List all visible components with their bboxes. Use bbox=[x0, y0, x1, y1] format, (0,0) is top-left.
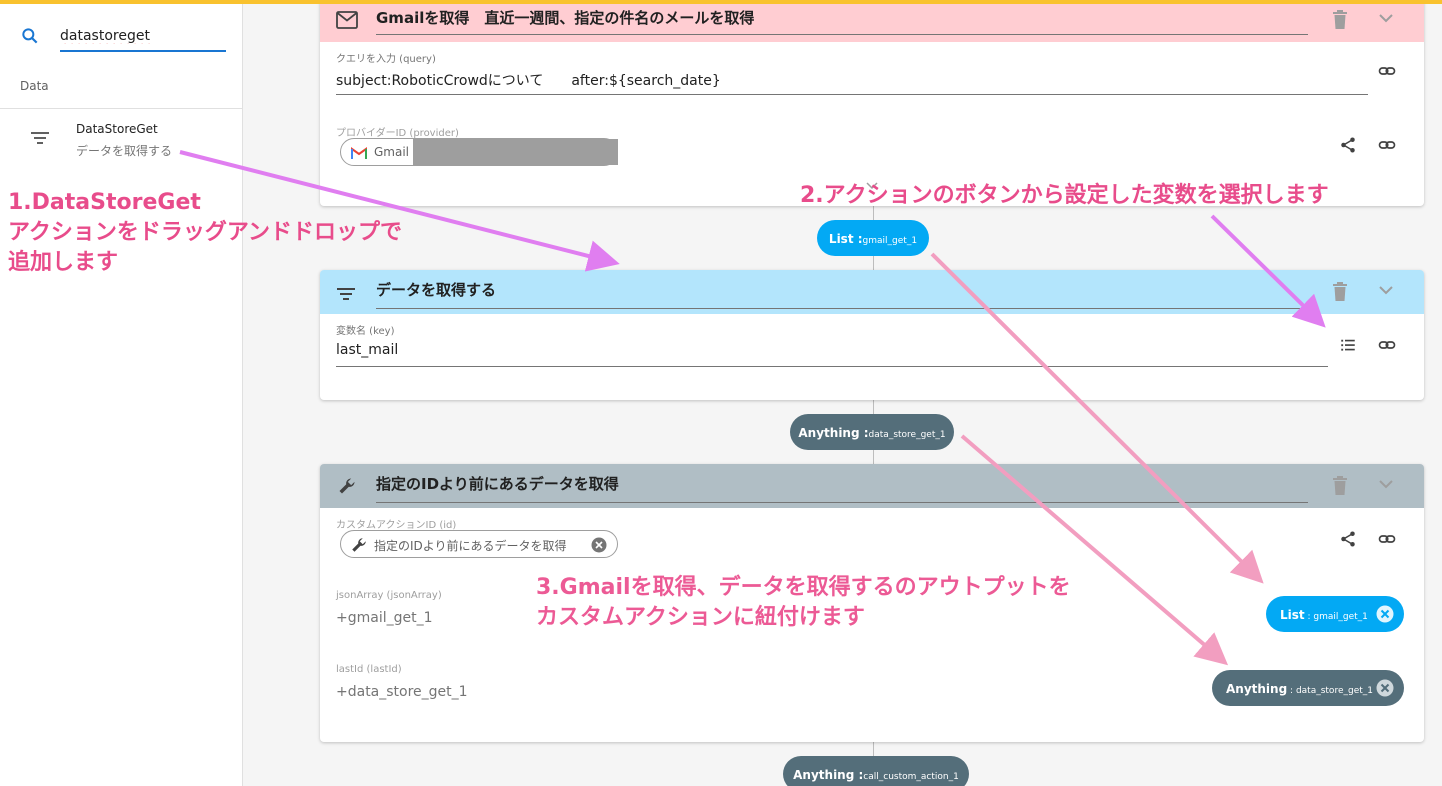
top-accent-bar bbox=[0, 0, 1442, 4]
provider-label: プロバイダーID (provider) bbox=[336, 128, 459, 139]
flow-connector bbox=[873, 256, 874, 270]
search-icon bbox=[22, 28, 38, 44]
section-label: Data bbox=[20, 79, 49, 93]
annotation-step2: 2.アクションのボタンから設定した変数を選択します bbox=[800, 183, 1329, 208]
filter-icon bbox=[337, 288, 355, 300]
flow-connector bbox=[873, 450, 874, 464]
pill-type: Anything : bbox=[798, 426, 869, 440]
search-row bbox=[20, 22, 230, 54]
pill-name: : data_store_get_1 bbox=[1287, 686, 1373, 696]
lastid-value[interactable]: +data_store_get_1 bbox=[336, 684, 468, 700]
card-title[interactable]: データを取得する bbox=[376, 279, 496, 300]
card-title[interactable]: 指定のIDより前にあるデータを取得 bbox=[376, 473, 619, 494]
custom-action-chip-label: 指定のIDより前にあるデータを取得 bbox=[374, 539, 567, 553]
annotation-line: 1.DataStoreGet bbox=[8, 190, 201, 215]
annotation-line: 追加します bbox=[8, 250, 119, 275]
annotation-step3: 3.Gmailを取得、データを取得するのアウトプットを カスタムアクションに紐付… bbox=[536, 573, 1071, 633]
sidebar-item-title: DataStoreGet bbox=[76, 122, 158, 136]
list-icon[interactable] bbox=[1339, 336, 1357, 354]
chevron-down-icon[interactable] bbox=[1378, 284, 1394, 296]
card-header[interactable]: Gmailを取得 直近一週間、指定の件名のメールを取得 bbox=[320, 0, 1424, 42]
pill-name: call_custom_action_1 bbox=[863, 772, 959, 782]
clear-chip-icon[interactable] bbox=[591, 537, 607, 553]
sidebar-item-datastoreget[interactable]: DataStoreGet データを取得する bbox=[0, 112, 243, 164]
output-pill-custom[interactable]: Anything :call_custom_action_1 bbox=[783, 756, 969, 786]
link-icon[interactable] bbox=[1378, 62, 1396, 80]
card-header[interactable]: データを取得する bbox=[320, 270, 1424, 314]
json-array-value[interactable]: +gmail_get_1 bbox=[336, 610, 433, 626]
key-label: 変数名 (key) bbox=[336, 326, 395, 337]
flow-connector bbox=[873, 742, 874, 756]
trash-icon[interactable] bbox=[1332, 282, 1348, 302]
pill-name: : gmail_get_1 bbox=[1304, 612, 1368, 622]
title-underline bbox=[376, 308, 1308, 309]
bound-pill-gmail[interactable]: List : gmail_get_1 bbox=[1266, 596, 1404, 632]
sidebar-divider bbox=[0, 108, 243, 109]
key-input[interactable]: last_mail bbox=[336, 342, 398, 358]
pill-type: List bbox=[1280, 608, 1305, 622]
card-title[interactable]: Gmailを取得 直近一週間、指定の件名のメールを取得 bbox=[376, 7, 754, 28]
annotation-line: カスタムアクションに紐付けます bbox=[536, 605, 865, 630]
trash-icon[interactable] bbox=[1332, 476, 1348, 496]
action-sidebar: Data DataStoreGet データを取得する bbox=[0, 0, 243, 786]
json-array-label: jsonArray (jsonArray) bbox=[336, 590, 442, 601]
search-input[interactable] bbox=[60, 22, 226, 52]
redacted-block bbox=[413, 139, 618, 165]
flow-connector bbox=[873, 400, 874, 414]
pill-name: data_store_get_1 bbox=[868, 430, 946, 440]
link-icon[interactable] bbox=[1378, 136, 1396, 154]
share-icon[interactable] bbox=[1339, 136, 1357, 154]
link-icon[interactable] bbox=[1378, 336, 1396, 354]
query-input[interactable]: subject:RoboticCrowdについて after:${search_… bbox=[336, 70, 721, 90]
provider-chip-label: Gmail ( bbox=[374, 145, 418, 159]
title-underline bbox=[376, 502, 1308, 503]
remove-binding-icon[interactable] bbox=[1376, 679, 1394, 697]
query-label: クエリを入力 (query) bbox=[336, 54, 436, 65]
gmail-logo-icon bbox=[351, 147, 367, 159]
output-pill-gmail[interactable]: List :gmail_get_1 bbox=[817, 220, 929, 256]
filter-icon bbox=[31, 132, 49, 144]
title-underline bbox=[376, 34, 1308, 35]
pill-type: List : bbox=[828, 232, 863, 246]
sidebar-item-subtitle: データを取得する bbox=[76, 144, 173, 158]
pill-type: Anything : bbox=[793, 768, 864, 782]
provider-chip[interactable]: Gmail ( bbox=[340, 138, 618, 166]
annotation-step1: 1.DataStoreGet アクションをドラッグアンドドロップで 追加します bbox=[8, 188, 402, 278]
mail-icon bbox=[336, 11, 358, 29]
custom-action-chip[interactable]: 指定のIDより前にあるデータを取得 bbox=[340, 530, 618, 558]
link-icon[interactable] bbox=[1378, 530, 1396, 548]
chevron-down-icon[interactable] bbox=[1378, 12, 1394, 24]
wrench-icon bbox=[352, 538, 366, 552]
trash-icon[interactable] bbox=[1332, 10, 1348, 30]
annotation-line: 3.Gmailを取得、データを取得するのアウトプットを bbox=[536, 575, 1071, 600]
output-pill-datastore[interactable]: Anything :data_store_get_1 bbox=[790, 414, 954, 450]
remove-binding-icon[interactable] bbox=[1376, 605, 1394, 623]
bound-pill-datastore[interactable]: Anything : data_store_get_1 bbox=[1212, 670, 1404, 706]
chevron-down-icon[interactable] bbox=[1378, 478, 1394, 490]
key-underline bbox=[336, 366, 1328, 367]
card-header[interactable]: 指定のIDより前にあるデータを取得 bbox=[320, 464, 1424, 508]
lastid-label: lastId (lastId) bbox=[336, 664, 402, 675]
pill-name: gmail_get_1 bbox=[862, 236, 918, 246]
query-underline bbox=[336, 94, 1368, 95]
wrench-icon bbox=[339, 478, 355, 494]
share-icon[interactable] bbox=[1339, 530, 1357, 548]
pill-type: Anything bbox=[1226, 682, 1288, 696]
gmail-action-card: Gmailを取得 直近一週間、指定の件名のメールを取得 クエリを入力 (quer… bbox=[320, 0, 1424, 206]
annotation-line: アクションをドラッグアンドドロップで bbox=[8, 220, 403, 245]
id-label: カスタムアクションID (id) bbox=[336, 520, 457, 531]
datastore-action-card: データを取得する 変数名 (key) last_mail bbox=[320, 270, 1424, 400]
